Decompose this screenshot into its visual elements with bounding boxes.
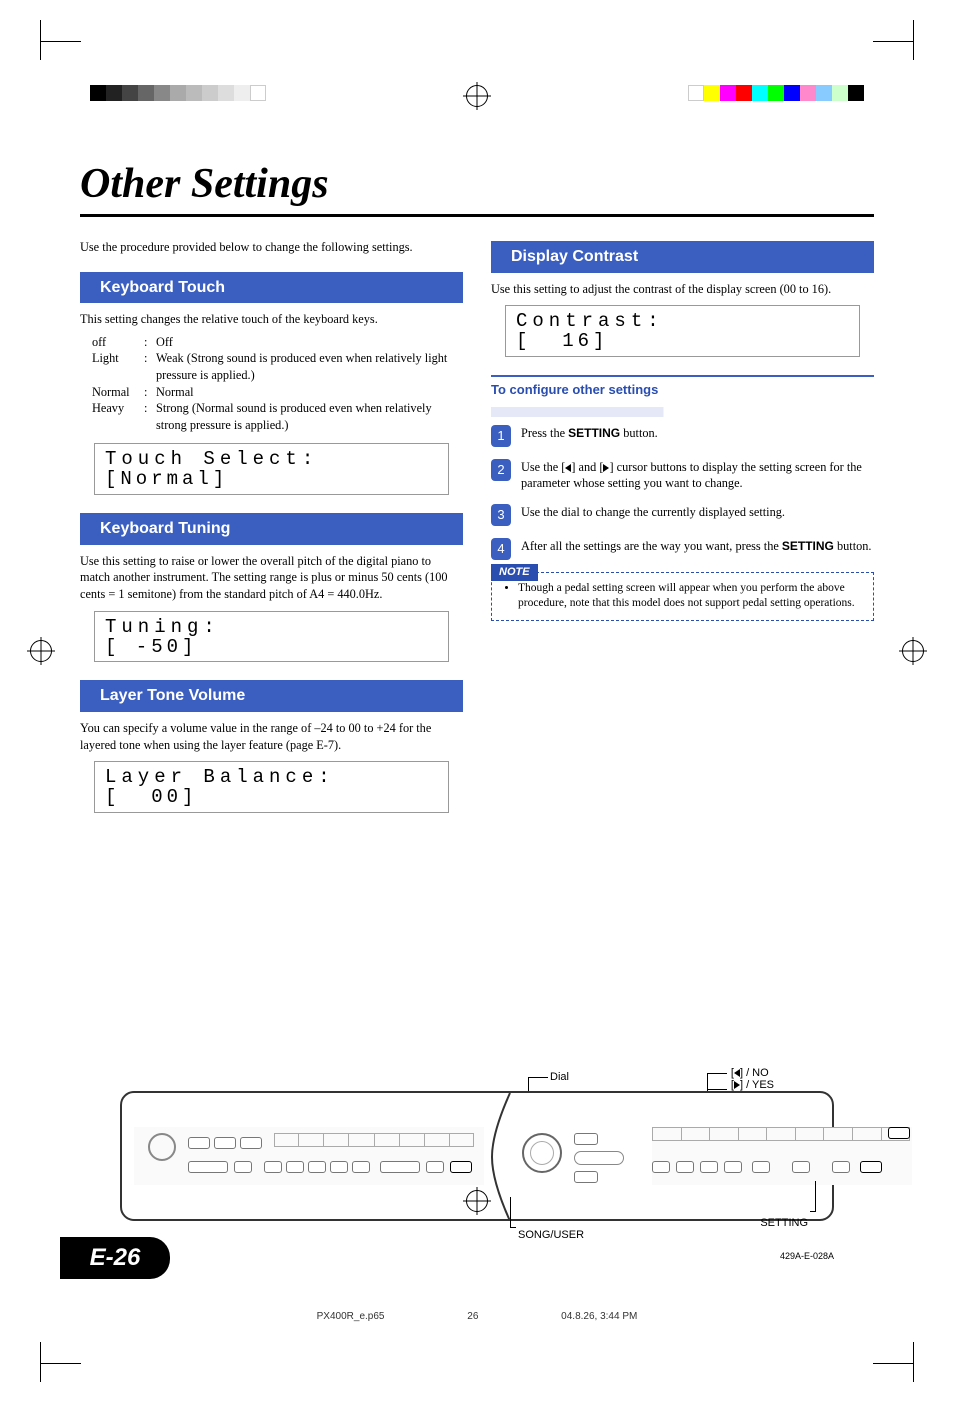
- main-dial-icon: [522, 1133, 562, 1173]
- footer-date: 04.8.26, 3:44 PM: [561, 1311, 637, 1322]
- step-1: 1 Press the SETTING button.: [491, 425, 874, 447]
- step-number: 1: [491, 425, 511, 447]
- cursor-buttons: [888, 1127, 910, 1139]
- steps-list: 1 Press the SETTING button. 2 Use the []…: [491, 425, 874, 560]
- note-label: NOTE: [491, 564, 538, 581]
- touch-desc: This setting changes the relative touch …: [80, 311, 463, 328]
- callout-no-yes: [] / NO [] / YES: [731, 1067, 774, 1091]
- configure-subhead: To configure other settings: [491, 375, 874, 399]
- page-footer: E-26 429A-E-028A: [80, 1237, 874, 1287]
- step-number: 4: [491, 538, 511, 560]
- step-2: 2 Use the [] and [] cursor buttons to di…: [491, 459, 874, 492]
- step-4: 4 After all the settings are the way you…: [491, 538, 874, 560]
- touch-definitions: off:Off Light:Weak (Strong sound is prod…: [92, 334, 463, 434]
- registration-mark-top: [466, 85, 488, 107]
- step-number: 3: [491, 504, 511, 526]
- page-content: Other Settings Use the procedure provide…: [0, 100, 954, 1307]
- volume-dial-icon: [148, 1133, 176, 1161]
- lcd-contrast: Contrast: [ 16]: [505, 305, 860, 357]
- section-head-tuning: Keyboard Tuning: [80, 513, 463, 545]
- song-user-button: [450, 1161, 472, 1173]
- crop-marks-bottom: [0, 1322, 954, 1402]
- tuning-desc: Use this setting to raise or lower the o…: [80, 553, 463, 603]
- note-text: Though a pedal setting screen will appea…: [518, 581, 863, 612]
- document-code: 429A-E-028A: [780, 1251, 834, 1261]
- lcd-layer: Layer Balance: [ 00]: [94, 761, 449, 813]
- color-swatches: [688, 85, 864, 101]
- section-head-contrast: Display Contrast: [491, 241, 874, 273]
- note-box: NOTE Though a pedal setting screen will …: [491, 572, 874, 621]
- right-arrow-icon: [603, 464, 609, 472]
- step-3: 3 Use the dial to change the currently d…: [491, 504, 874, 526]
- two-column-layout: Use the procedure provided below to chan…: [80, 235, 874, 831]
- left-arrow-icon: [565, 464, 571, 472]
- layer-desc: You can specify a volume value in the ra…: [80, 720, 463, 753]
- registration-mark-bottom: [466, 1190, 488, 1212]
- configure-subsection: To configure other settings 1 Press the …: [491, 375, 874, 621]
- footer-file: PX400R_e.p65: [317, 1311, 385, 1322]
- section-head-layer: Layer Tone Volume: [80, 680, 463, 712]
- step-number: 2: [491, 459, 511, 481]
- lcd-tuning: Tuning: [ -50]: [94, 611, 449, 663]
- page-number-badge: E-26: [60, 1237, 170, 1279]
- page-title: Other Settings: [80, 160, 874, 217]
- subhead-stripe: [491, 407, 874, 417]
- crop-marks-top: [0, 0, 954, 100]
- imposition-footer: PX400R_e.p65 26 04.8.26, 3:44 PM: [0, 1311, 954, 1322]
- intro-text: Use the procedure provided below to chan…: [80, 239, 463, 256]
- callout-setting: SETTING: [760, 1217, 816, 1229]
- registration-mark-right: [902, 640, 924, 662]
- crop-corner-tl: [40, 20, 81, 65]
- grayscale-swatches: [90, 85, 266, 101]
- contrast-desc: Use this setting to adjust the contrast …: [491, 281, 874, 298]
- crop-corner-tr: [873, 20, 914, 65]
- right-column: Display Contrast Use this setting to adj…: [491, 235, 874, 831]
- setting-button: [860, 1161, 882, 1173]
- display-icon: [574, 1151, 624, 1165]
- callout-dial: Dial: [550, 1071, 569, 1083]
- registration-mark-left: [30, 640, 52, 662]
- footer-page: 26: [467, 1311, 478, 1322]
- section-head-touch: Keyboard Touch: [80, 272, 463, 304]
- left-column: Use the procedure provided below to chan…: [80, 235, 463, 831]
- lcd-touch: Touch Select: [Normal]: [94, 443, 449, 495]
